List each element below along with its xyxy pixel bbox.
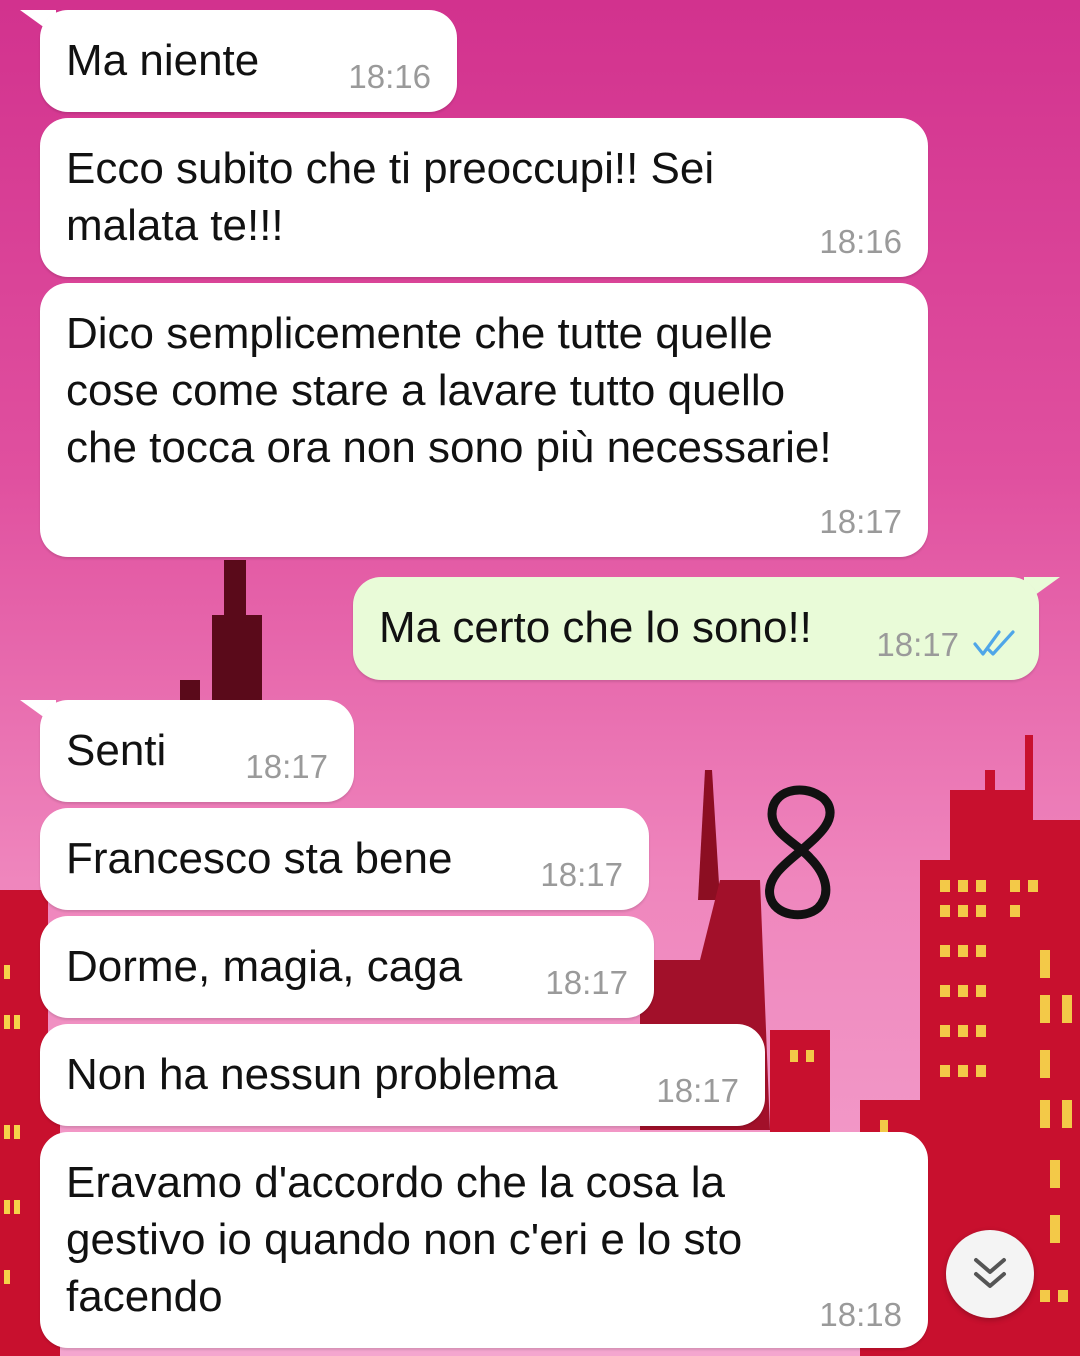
message-text: Dico semplicemente che tutte quelle cose… [66,309,832,472]
conversation[interactable]: Ma niente 18:16 Ecco subito che ti preoc… [0,0,1080,1356]
message-time: 18:16 [348,58,431,95]
message-time: 18:17 [876,626,959,663]
message-text: Non ha nessun problema [66,1050,558,1099]
message-text: Ecco subito che ti preoccupi!! Sei malat… [66,144,715,250]
message-text: Dorme, magia, caga [66,942,463,991]
message-time: 18:17 [545,964,628,1001]
message-time: 18:17 [540,856,623,893]
message-bubble[interactable]: Non ha nessun problema 18:17 [40,1024,765,1126]
message-bubble[interactable]: Eravamo d'accordo che la cosa la gestivo… [40,1132,928,1348]
message-bubble[interactable]: Dico semplicemente che tutte quelle cose… [40,283,928,557]
message-bubble[interactable]: Ma niente 18:16 [40,10,457,112]
message-text: Eravamo d'accordo che la cosa la gestivo… [66,1158,743,1321]
message-time: 18:17 [245,748,328,785]
message-bubble-outgoing[interactable]: Ma certo che lo sono!! 18:17 [353,577,1039,680]
scroll-to-bottom-button[interactable] [946,1230,1034,1318]
message-time: 18:18 [819,1296,902,1333]
message-time: 18:17 [819,503,902,540]
message-time: 18:17 [656,1072,739,1109]
double-chevron-down-icon [974,1258,1006,1288]
message-bubble[interactable]: Senti 18:17 [40,700,354,802]
message-time: 18:16 [819,223,902,260]
message-bubble[interactable]: Ecco subito che ti preoccupi!! Sei malat… [40,118,928,277]
read-receipt-icon [973,630,1015,656]
message-bubble[interactable]: Dorme, magia, caga 18:17 [40,916,654,1018]
handwritten-number-annotation: 8 [765,785,835,920]
message-bubble[interactable]: Francesco sta bene 18:17 [40,808,649,910]
